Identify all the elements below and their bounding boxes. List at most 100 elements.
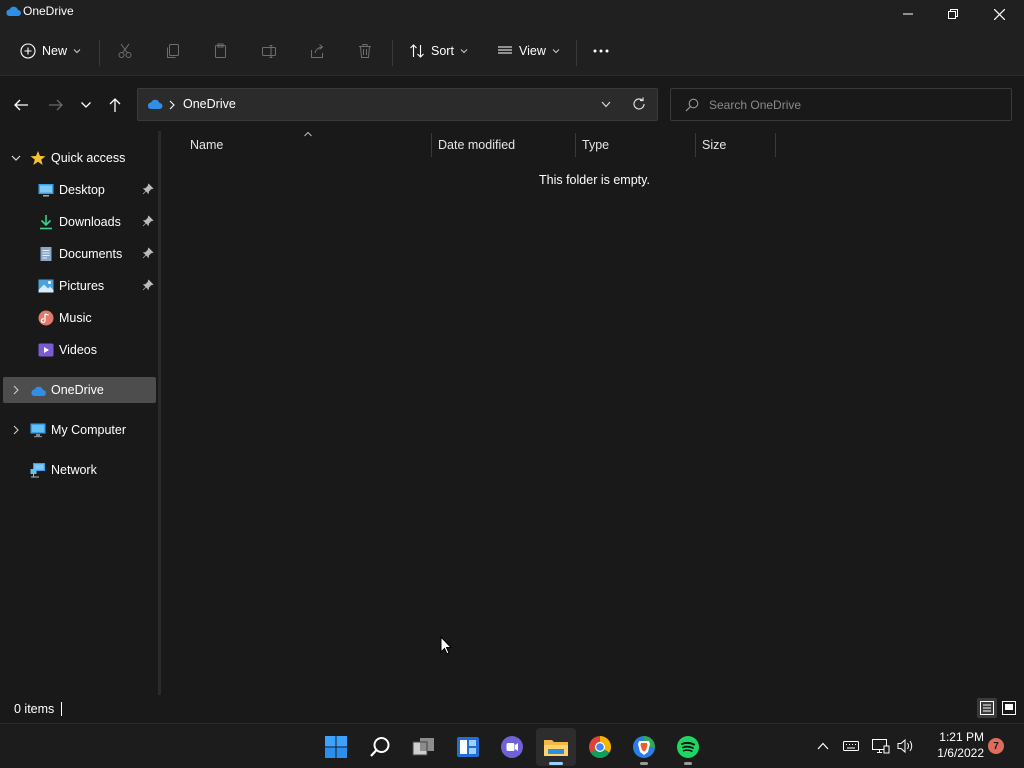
chevron-down-icon[interactable]: [10, 152, 22, 164]
breadcrumb-onedrive[interactable]: OneDrive: [183, 97, 236, 111]
clock-time: 1:21 PM: [939, 730, 984, 744]
pictures-icon: [38, 279, 54, 293]
pin-icon: [142, 279, 154, 291]
mouse-cursor-icon: [440, 636, 452, 655]
column-header-type[interactable]: Type: [582, 131, 694, 158]
column-divider[interactable]: [775, 133, 776, 157]
details-view-button[interactable]: [977, 698, 997, 718]
clock[interactable]: 1:21 PM 1/6/2022: [922, 729, 984, 761]
volume-icon: [897, 738, 913, 754]
delete-button[interactable]: [357, 38, 373, 64]
close-button[interactable]: [976, 0, 1022, 28]
chevron-right-icon[interactable]: [10, 384, 22, 396]
widgets-button[interactable]: [448, 728, 488, 766]
sidebar-item-downloads[interactable]: Downloads: [3, 209, 156, 235]
search-taskbar-button[interactable]: [360, 728, 400, 766]
sidebar-item-documents[interactable]: Documents: [3, 241, 156, 267]
brave-taskbar-button[interactable]: [624, 728, 664, 766]
running-indicator: [640, 762, 648, 765]
network-icon: [30, 463, 45, 478]
sidebar-item-videos[interactable]: Videos: [3, 337, 156, 363]
copy-button[interactable]: [165, 38, 181, 64]
sidebar-item-quick-access[interactable]: Quick access: [3, 145, 156, 171]
browser-icon: [633, 736, 655, 758]
sidebar-item-music[interactable]: Music: [3, 305, 156, 331]
address-bar[interactable]: OneDrive: [137, 88, 658, 121]
column-label: Date modified: [438, 137, 516, 152]
search-input[interactable]: [709, 96, 999, 114]
toolbar-divider: [392, 40, 393, 66]
chevron-down-icon[interactable]: [601, 101, 611, 108]
volume-button[interactable]: [896, 736, 916, 756]
recent-locations-button[interactable]: [74, 93, 98, 117]
column-divider[interactable]: [575, 133, 576, 157]
sidebar-item-network[interactable]: Network: [3, 457, 156, 483]
task-view-button[interactable]: [404, 728, 444, 766]
sidebar-item-label: Pictures: [59, 279, 105, 293]
cut-button[interactable]: [117, 38, 133, 64]
column-divider[interactable]: [431, 133, 432, 157]
new-button[interactable]: New: [20, 38, 81, 64]
sidebar-item-my-computer[interactable]: My Computer: [3, 417, 156, 443]
new-label: New: [42, 44, 68, 58]
desktop-icon: [38, 184, 54, 197]
view-label: View: [519, 44, 546, 58]
network-status[interactable]: [871, 736, 891, 756]
up-button[interactable]: [103, 93, 127, 117]
input-indicator[interactable]: [841, 736, 861, 756]
sidebar-item-desktop[interactable]: Desktop: [3, 177, 156, 203]
spotify-taskbar-button[interactable]: [668, 728, 708, 766]
refresh-icon[interactable]: [632, 97, 646, 111]
view-button[interactable]: View: [497, 38, 560, 64]
title-bar: OneDrive: [0, 0, 1024, 28]
item-count: 0 items: [14, 702, 55, 716]
file-list[interactable]: Name Date modified Type Size This folder…: [161, 131, 1024, 695]
back-button[interactable]: [9, 93, 33, 117]
arrow-left-icon: [14, 99, 28, 111]
column-header-date-modified[interactable]: Date modified: [438, 131, 574, 158]
running-indicator: [684, 762, 692, 765]
onedrive-cloud-icon: [147, 99, 163, 109]
sort-button[interactable]: Sort: [409, 38, 468, 64]
sidebar-item-label: Desktop: [59, 183, 105, 197]
column-header-name[interactable]: Name: [190, 131, 430, 158]
chat-icon: [501, 736, 523, 758]
column-header-size[interactable]: Size: [702, 131, 774, 158]
chevron-right-icon[interactable]: [10, 424, 22, 436]
file-explorer-taskbar-button[interactable]: [536, 728, 576, 766]
empty-folder-message: This folder is empty.: [539, 173, 650, 187]
column-divider[interactable]: [695, 133, 696, 157]
teams-chat-button[interactable]: [492, 728, 532, 766]
toolbar-divider: [99, 40, 100, 66]
more-dots-icon: [593, 49, 609, 53]
paste-button[interactable]: [213, 38, 229, 64]
rename-button[interactable]: [261, 38, 277, 64]
sidebar-item-onedrive[interactable]: OneDrive: [3, 377, 156, 403]
column-label: Size: [702, 137, 727, 152]
chevron-down-icon: [73, 49, 81, 54]
restore-icon: [948, 9, 958, 19]
paste-icon: [215, 43, 226, 58]
restore-button[interactable]: [930, 0, 976, 28]
notification-badge[interactable]: 7: [988, 738, 1004, 754]
show-hidden-icons-button[interactable]: [813, 736, 833, 756]
task-view-icon: [412, 738, 434, 756]
view-list-icon: [498, 46, 512, 54]
share-button[interactable]: [309, 38, 325, 64]
details-view-icon: [980, 701, 994, 715]
see-more-button[interactable]: [592, 38, 610, 64]
share-icon: [311, 44, 324, 58]
sidebar-item-label: Network: [51, 463, 97, 477]
large-icons-view-button[interactable]: [999, 698, 1019, 718]
document-icon: [40, 247, 52, 261]
sidebar-item-pictures[interactable]: Pictures: [3, 273, 156, 299]
pin-icon: [142, 215, 154, 227]
sidebar-item-label: Documents: [59, 247, 123, 261]
minimize-button[interactable]: [885, 0, 931, 28]
forward-button[interactable]: [44, 93, 68, 117]
sort-icon: [410, 44, 424, 58]
search-box[interactable]: [670, 88, 1012, 121]
chrome-taskbar-button[interactable]: [580, 728, 620, 766]
start-button[interactable]: [316, 728, 356, 766]
widgets-icon: [457, 737, 479, 757]
